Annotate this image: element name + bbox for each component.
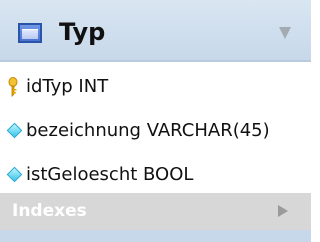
column-label: bezeichnung VARCHAR(45) xyxy=(26,120,270,141)
column-row-idtyp[interactable]: idTyp INT xyxy=(0,64,311,112)
column-label: idTyp INT xyxy=(26,76,109,97)
er-table-typ[interactable]: Typ idTyp INT bezeichnung VARCHAR(45) is… xyxy=(0,0,311,242)
column-label: istGeloescht BOOL xyxy=(26,164,194,185)
table-title: Typ xyxy=(59,18,106,46)
collapse-arrow-icon[interactable] xyxy=(279,27,291,39)
expand-arrow-icon[interactable] xyxy=(278,205,288,217)
column-diamond-icon xyxy=(6,166,23,183)
table-footer xyxy=(0,230,311,242)
column-row-bezeichnung[interactable]: bezeichnung VARCHAR(45) xyxy=(0,108,311,156)
column-diamond-icon xyxy=(6,122,23,139)
indexes-section[interactable]: Indexes xyxy=(0,193,311,230)
table-icon xyxy=(18,23,42,43)
primary-key-icon xyxy=(8,77,18,97)
indexes-label: Indexes xyxy=(12,201,87,221)
table-header[interactable]: Typ xyxy=(0,0,311,62)
